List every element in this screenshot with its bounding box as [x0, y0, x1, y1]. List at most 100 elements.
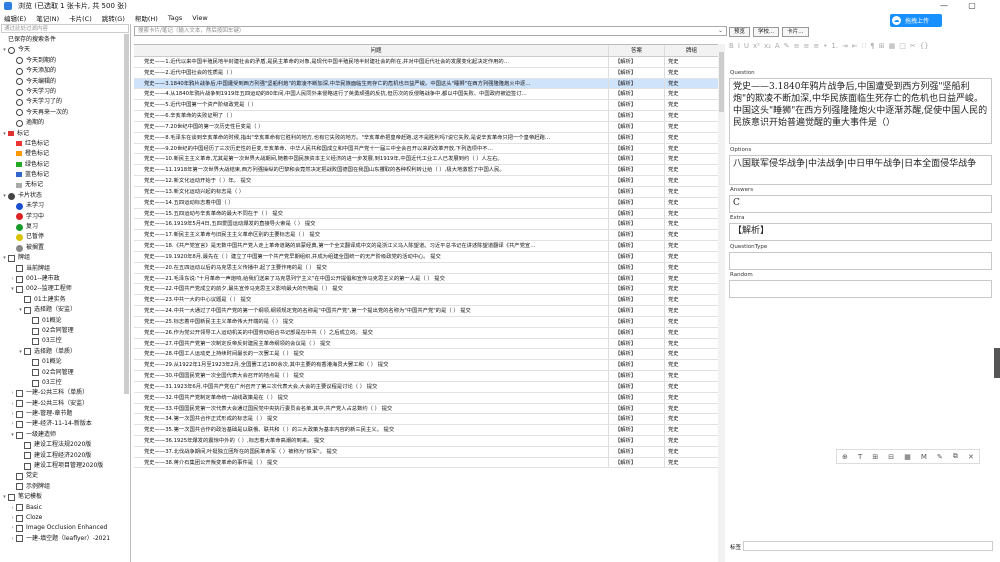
format-button[interactable]: A: [775, 42, 780, 51]
floating-tool-icon[interactable]: ⊕: [842, 453, 848, 461]
sidebar-item[interactable]: ▾ 今天: [0, 45, 124, 55]
format-button[interactable]: □: [899, 42, 906, 51]
table-row[interactable]: 党史——30.中国国民党第一次全国代表大会召开的地点是（ ） 提交 【解析】 党史: [134, 371, 718, 382]
table-row[interactable]: 党史——32.中国共产党制定革命统一战线政策是在（ ） 提交 【解析】 党史: [134, 392, 718, 404]
table-row[interactable]: 党史——23.中共一大的中心议题是（ ） 提交 【解析】 党史: [134, 295, 718, 307]
column-header-deck[interactable]: 牌组: [665, 45, 718, 56]
sidebar-item[interactable]: › 一建-填空题（leaflyer）-2021: [0, 534, 124, 544]
sidebar-item[interactable]: 未学习: [0, 201, 124, 211]
table-row[interactable]: 党史——1.近代以来中国半殖民地半封建社会的矛盾,是民主革命的对象,是现代中国半…: [134, 57, 718, 68]
field-extra[interactable]: 【解析】: [729, 223, 992, 241]
table-row[interactable]: 党史——18.《共产党宣言》是无数中国共产党人走上革命道路的启蒙经典,第一个全文…: [134, 241, 718, 252]
preview-button[interactable]: 预览: [729, 27, 751, 37]
format-button[interactable]: {}: [920, 42, 929, 51]
table-row[interactable]: 党史——14.五四运动标志着中国（ ）【解析】 党史: [134, 197, 718, 209]
table-row[interactable]: 党史——13.新文化运动兴起的标志是（ ）【解析】 党史: [134, 186, 718, 198]
format-button[interactable]: ⇤: [852, 42, 858, 51]
table-row[interactable]: 党史——33.中国国民党第一次代表大会通过国民党中央执行委员会名单,其中,共产党…: [134, 403, 718, 415]
sidebar-item[interactable]: 02合同管理: [0, 368, 124, 378]
sidebar-item[interactable]: ▾ 卡片状态: [0, 191, 124, 201]
expand-toggle-icon[interactable]: ›: [9, 523, 16, 533]
sidebar-item[interactable]: ▾ 选择题（单质）: [0, 347, 124, 357]
table-row[interactable]: 党史——36.1925年爆发的震惊中外的（ ）,标志着大革命高潮的到来。 提交【…: [134, 435, 718, 447]
format-button[interactable]: ≡: [813, 42, 819, 51]
sidebar-item[interactable]: 建设工程法规2020版: [0, 440, 124, 450]
cloud-upload-button[interactable]: ☁ 拖拽上传: [890, 14, 942, 27]
table-row[interactable]: 党史——31.1923年6月,中国共产党在广州召开了第三次代表大会,大会的主要议…: [134, 381, 718, 393]
expand-toggle-icon[interactable]: ›: [9, 419, 16, 429]
table-row[interactable]: 党史——4.从1840年鸦片战争到1919年五四运动的80年间,中国人民同外来侵…: [134, 89, 718, 101]
format-button[interactable]: ≡: [794, 42, 800, 51]
table-row[interactable]: 党史——2.近代中国社会的性质是（ ）【解析】 党史: [134, 67, 718, 79]
table-row[interactable]: 党史——26.作为党公开领导工人运动机关的中国劳动组合书记部是在中共（ ）之后成…: [134, 327, 718, 339]
table-row[interactable]: 党史——5.近代中国第一个资产阶级政党是（ ）【解析】 党史: [134, 100, 718, 112]
sidebar-item[interactable]: ▾ 牌组: [0, 253, 124, 263]
format-button[interactable]: ⇥: [842, 42, 848, 51]
search-dropdown-icon[interactable]: ⌄: [718, 27, 723, 34]
sidebar-item[interactable]: ▾ 002--监理工程师: [0, 284, 124, 294]
table-row[interactable]: 党史——29.从1922年1月至1923年2月,全国罢工达180余次,其中主要的…: [134, 360, 718, 372]
format-button[interactable]: ≡: [803, 42, 809, 51]
format-button[interactable]: x²: [753, 42, 760, 51]
menu-item-6[interactable]: View: [192, 14, 207, 22]
floating-tool-icon[interactable]: M: [921, 453, 927, 461]
format-button[interactable]: 1.: [831, 42, 838, 51]
field-questiontype[interactable]: [729, 252, 992, 270]
column-header-answer[interactable]: 答案: [609, 45, 665, 56]
table-row[interactable]: 党史——6.辛亥革命的失败证明了（ ）【解析】 党史: [134, 111, 718, 122]
format-button[interactable]: x₂: [764, 42, 771, 51]
table-row[interactable]: 党史——17.新民主主义革命与旧民主主义革命区别的主要标志是（ ） 提交 【解析】…: [134, 230, 718, 242]
sidebar-item[interactable]: 已保存的搜索条件: [0, 35, 124, 45]
table-row[interactable]: 党史——11.1918年第一次世界大战结束,西方列强操纵的巴黎和会竟然决定把战败…: [134, 165, 718, 177]
sidebar-item[interactable]: 逾期的: [0, 118, 124, 128]
sidebar-item[interactable]: 绿色标记: [0, 160, 124, 170]
expand-toggle-icon[interactable]: ›: [9, 513, 16, 523]
format-button[interactable]: •: [823, 42, 827, 51]
sidebar-item[interactable]: › 一建-公共三科（单质）: [0, 388, 124, 398]
sidebar-scrollbar[interactable]: [124, 34, 129, 394]
field-answers[interactable]: C: [729, 195, 992, 213]
floating-tool-icon[interactable]: T: [858, 453, 862, 461]
floating-tool-icon[interactable]: ⊞: [872, 453, 878, 461]
sidebar-item[interactable]: › Cloze: [0, 513, 124, 523]
expand-toggle-icon[interactable]: ▾: [9, 284, 16, 294]
sidebar-item[interactable]: 学习中: [0, 212, 124, 222]
sidebar-item[interactable]: 建设工程项目管理2020版: [0, 461, 124, 471]
table-row[interactable]: 党史——35.第一次国共合作的政治基础是以联俄、联共和（ ）的三大政策为基本内容…: [134, 425, 718, 436]
expand-toggle-icon[interactable]: ▾: [17, 347, 24, 357]
menu-item-3[interactable]: 跳转(G): [102, 13, 125, 23]
sidebar-item[interactable]: 无标记: [0, 180, 124, 190]
sidebar-item[interactable]: 01概论: [0, 316, 124, 326]
sidebar-item[interactable]: 复习: [0, 222, 124, 232]
format-button[interactable]: ⊞: [879, 42, 885, 51]
cards-button[interactable]: 卡片...: [782, 27, 809, 37]
expand-toggle-icon[interactable]: ▾: [1, 45, 8, 55]
table-scroll-thumb[interactable]: [719, 52, 724, 112]
format-button[interactable]: ✎: [784, 42, 790, 51]
menu-item-5[interactable]: Tags: [168, 14, 182, 22]
sidebar-item[interactable]: › 一建-管理-章节题: [0, 409, 124, 419]
floating-tool-icon[interactable]: ▦: [904, 453, 911, 461]
sidebar-item[interactable]: 今天学习的: [0, 87, 124, 97]
format-button[interactable]: I: [738, 42, 740, 51]
table-row[interactable]: 党史——9.20世纪的中国经历了三次历史性的巨变,辛亥革命、中华人民共和国成立和…: [134, 143, 718, 155]
sidebar-item[interactable]: 今天到期的: [0, 56, 124, 66]
sidebar-item[interactable]: › 一建-经济-11-14-新版本: [0, 419, 124, 429]
expand-toggle-icon[interactable]: ›: [9, 503, 16, 513]
sidebar-item[interactable]: 示例牌组: [0, 482, 124, 492]
sidebar-item[interactable]: 蓝色标记: [0, 170, 124, 180]
sidebar-item[interactable]: ▾ 选择题（安监）: [0, 305, 124, 315]
table-row[interactable]: 党史——3.1840年鸦片战争后,中国遭受到西方列强"坚船利炮"的欺凌不断加深,…: [134, 78, 718, 90]
sidebar-item[interactable]: › 001--建市政: [0, 274, 124, 284]
table-row[interactable]: 党史——25.标志着中国新民主主义革命伟大开端的是（ ） 提交 【解析】 党史: [134, 316, 718, 328]
search-input[interactable]: 搜索卡片/笔记（输入文本，然后按回车键）: [134, 26, 727, 36]
floating-tool-icon[interactable]: ⧉: [953, 452, 958, 461]
floating-tool-icon[interactable]: ✎: [937, 453, 943, 461]
table-row[interactable]: 党史——8.毛泽东在谈到辛亥革命的时候,指出"辛亥革命有它胜利的地方,也有它失败…: [134, 132, 718, 144]
menu-item-4[interactable]: 帮助(H): [135, 13, 158, 23]
format-button[interactable]: ▦: [889, 42, 896, 51]
sidebar-item[interactable]: 今天编辑的: [0, 77, 124, 87]
expand-toggle-icon[interactable]: ›: [9, 534, 16, 544]
table-row[interactable]: 党史——7.20世纪中国的第一次历史性巨变是（ ）【解析】 党史: [134, 121, 718, 133]
table-row[interactable]: 党史——21.毛泽东说:"十月革命一声炮响,给我们送来了马克思列宁主义"在中国公…: [134, 273, 718, 285]
